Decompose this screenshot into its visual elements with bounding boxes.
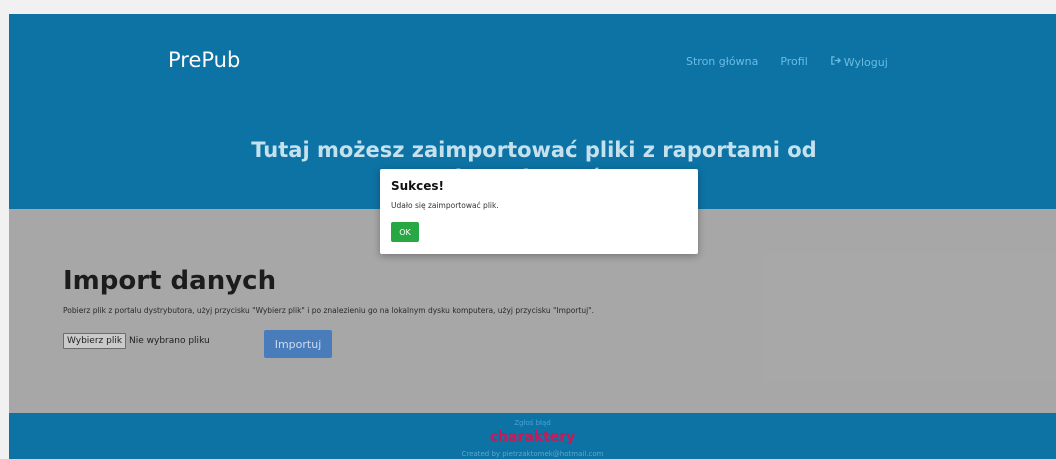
success-dialog: Sukces! Udało się zaimportować plik. OK — [380, 169, 698, 254]
dialog-message: Udało się zaimportować plik. — [391, 201, 499, 210]
dialog-title: Sukces! — [391, 179, 445, 193]
page: PrePub Stron główna Profil Wyloguj Tutaj… — [9, 14, 1056, 459]
ok-button[interactable]: OK — [391, 222, 419, 242]
